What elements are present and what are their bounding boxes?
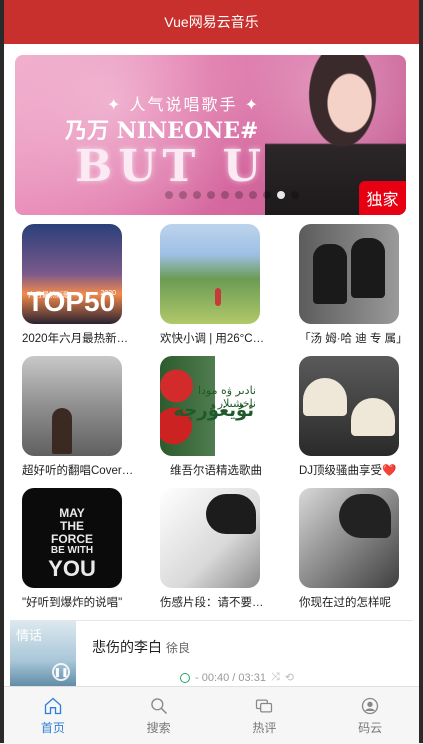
cover-figure — [313, 244, 347, 304]
playlist-cover — [160, 224, 260, 324]
pause-icon[interactable]: ❚❚ — [52, 663, 70, 681]
frame-edge-right — [419, 0, 423, 743]
playlist-cover — [299, 224, 399, 324]
repeat-icon[interactable]: ⟲ — [285, 671, 294, 684]
search-icon — [150, 697, 167, 714]
tab-comments[interactable]: 热评 — [212, 687, 318, 744]
playlist-caption: 「汤 姆·哈 迪 专 属」 — [299, 333, 408, 345]
tab-gitee[interactable]: 码云 — [317, 687, 423, 744]
exclusive-badge: 独家 — [359, 181, 406, 215]
now-playing-title: 悲伤的李白 — [92, 639, 162, 655]
playlist-caption: 欢快小调 | 用26°C的温度 — [160, 333, 272, 345]
playlist-caption: 伤感片段：请不要想起我 — [160, 597, 272, 609]
tab-search[interactable]: 搜索 — [106, 687, 212, 744]
carousel-dot[interactable] — [249, 191, 257, 199]
playlist-caption: 超好听的翻唱Cover歌曲 — [22, 465, 134, 477]
carousel-dots — [165, 191, 299, 199]
user-icon — [361, 697, 379, 714]
playlist-cover — [160, 488, 260, 588]
tab-label: 搜索 — [146, 720, 171, 735]
playlist-cover: MAY THE FORCE BE WITH YOU — [22, 488, 122, 588]
playback-time: - 00:40 / 03:31 ⤨ ⟲ — [180, 671, 294, 684]
carousel-dot[interactable] — [179, 191, 187, 199]
carousel-dot[interactable] — [263, 191, 271, 199]
cover-line: FORCE — [51, 532, 93, 546]
playlist-card[interactable]: 六月最热新歌 2020 TOP50 2020年六月最热新歌TOP50 — [22, 224, 134, 346]
tab-home[interactable]: 首页 — [0, 687, 106, 744]
bottom-tab-bar: 首页 搜索 热评 码云 — [0, 686, 423, 744]
now-playing-cover[interactable]: 情话 ❚❚ — [10, 621, 76, 687]
cover-figure — [52, 408, 72, 454]
cover-line: THE — [60, 519, 84, 533]
app-frame: Vue网易云音乐 ✦ 人气说唱歌手 ✦ 乃万 NINEONE# BUT U 独家… — [0, 0, 423, 744]
playlist-card[interactable]: 「汤 姆·哈 迪 专 属」 — [299, 224, 409, 346]
cover-figure — [206, 494, 256, 534]
playlist-caption: 你现在过的怎样呢 — [299, 597, 391, 609]
carousel-dot-active[interactable] — [277, 191, 285, 199]
playlist-cover — [299, 488, 399, 588]
time-readout: - 00:40 / 03:31 — [195, 671, 266, 684]
tab-label: 热评 — [252, 720, 277, 735]
banner-song-name: BUT U — [75, 141, 267, 192]
shuffle-icon[interactable]: ⤨ — [271, 671, 280, 684]
banner-carousel[interactable]: ✦ 人气说唱歌手 ✦ 乃万 NINEONE# BUT U 独家 — [15, 55, 406, 215]
carousel-dot[interactable] — [235, 191, 243, 199]
tab-label: 码云 — [358, 720, 383, 735]
playlist-card[interactable]: 超好听的翻唱Cover歌曲 — [22, 356, 134, 478]
playlist-caption: DJ顶级骚曲享受❤️ — [299, 465, 397, 477]
carousel-dot[interactable] — [221, 191, 229, 199]
cover-title: ئۇيغۇرچە — [173, 400, 255, 421]
app-header: Vue网易云音乐 — [0, 0, 423, 44]
comments-icon — [256, 699, 273, 712]
cover-text: 情话 — [16, 629, 43, 644]
banner-subtitle: ✦ 人气说唱歌手 ✦ — [107, 95, 260, 114]
home-icon — [44, 697, 62, 714]
cover-line: BE WITH — [50, 545, 94, 556]
playlist-caption: 维吾尔语精选歌曲 — [170, 465, 262, 477]
cover-fan — [303, 378, 347, 416]
cover-figure — [351, 238, 385, 298]
carousel-dot[interactable] — [165, 191, 173, 199]
page-title: Vue网易云音乐 — [164, 14, 259, 30]
cover-line: MAY — [59, 506, 85, 520]
cover-title: TOP50 — [27, 286, 116, 317]
mini-player[interactable]: 情话 ❚❚ 悲伤的李白 徐良 - 00:40 / 03:31 ⤨ ⟲ — [10, 620, 413, 687]
cover-figure — [339, 494, 391, 538]
playlist-card[interactable]: 你现在过的怎样呢 — [299, 488, 409, 610]
frame-edge-left — [0, 0, 4, 743]
tab-label: 首页 — [40, 720, 65, 735]
now-playing-artist: 徐良 — [166, 641, 191, 655]
carousel-dot[interactable] — [291, 191, 299, 199]
carousel-dot[interactable] — [193, 191, 201, 199]
cover-fan — [351, 398, 395, 436]
playlist-card[interactable]: DJ顶级骚曲享受❤️ — [299, 356, 409, 478]
playlist-cover — [299, 356, 399, 456]
carousel-dot[interactable] — [207, 191, 215, 199]
playlist-caption: "好听到爆炸的说唱" — [22, 597, 123, 609]
playlist-cover: 六月最热新歌 2020 TOP50 — [22, 224, 122, 324]
cover-figure — [215, 288, 221, 306]
progress-icon — [180, 672, 190, 683]
playlist-cover — [22, 356, 122, 456]
cover-line: YOU — [48, 556, 96, 581]
playlist-caption: 2020年六月最热新歌TOP50 — [22, 333, 134, 345]
playlist-card[interactable]: MAY THE FORCE BE WITH YOU "好听到爆炸的说唱" — [22, 488, 132, 610]
playlist-cover: نادىر ۋە مودا ناخشىلار ئۇيغۇرچە — [160, 356, 260, 456]
playlist-card[interactable]: 伤感片段：请不要想起我 — [160, 488, 272, 610]
playlist-card[interactable]: نادىر ۋە مودا ناخشىلار ئۇيغۇرچە 维吾尔语精选歌曲 — [160, 356, 270, 478]
playlist-card[interactable]: 欢快小调 | 用26°C的温度 — [160, 224, 272, 346]
